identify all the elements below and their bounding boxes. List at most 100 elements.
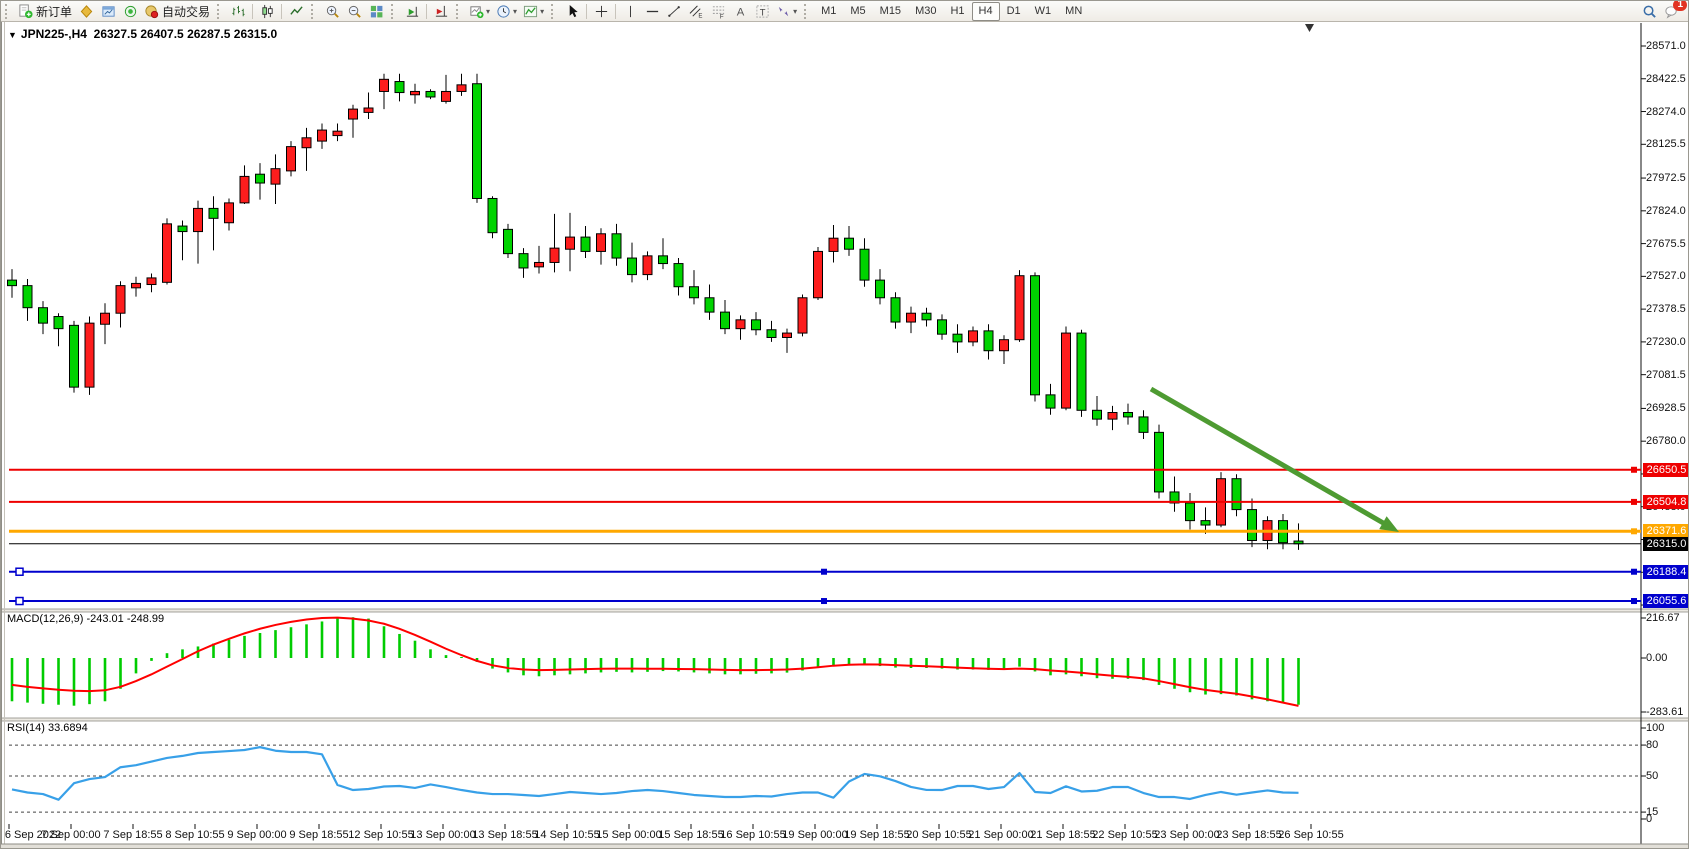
add-indicator-button[interactable]: ▾	[466, 2, 493, 21]
candle	[240, 176, 249, 202]
hline-tool-button[interactable]	[641, 2, 663, 21]
candle	[411, 91, 420, 94]
ohlc-bars-button[interactable]	[227, 2, 249, 21]
support-line-1-price-tag[interactable]: 26188.4	[1643, 565, 1689, 579]
support-line-2-price-tag[interactable]: 26055.6	[1643, 594, 1689, 608]
timeframe-button-m1[interactable]: M1	[814, 2, 843, 21]
resistance-line-1-price-tag[interactable]: 26650.5	[1643, 463, 1689, 477]
chart-ohlc-values: 26327.5 26407.5 26287.5 26315.0	[94, 27, 278, 41]
line-chart-button[interactable]	[285, 2, 307, 21]
candle	[581, 237, 590, 251]
candlestick-icon	[260, 4, 275, 19]
text-icon: A	[733, 4, 748, 19]
svg-text:A: A	[736, 6, 744, 18]
template-icon	[523, 4, 538, 19]
candle	[488, 198, 497, 232]
market-watch-button[interactable]	[75, 2, 97, 21]
chart-title: ▼JPN225-,H4 26327.5 26407.5 26287.5 2631…	[8, 27, 277, 41]
trading-terminal-window: 新订单 自动交易	[0, 0, 1689, 849]
candle	[473, 84, 482, 199]
timeframe-button-m5[interactable]: M5	[843, 2, 872, 21]
candle	[1000, 340, 1009, 351]
candle	[953, 334, 962, 342]
channel-icon: E	[689, 4, 704, 19]
arrows-tool-button[interactable]: ▾	[773, 2, 800, 21]
timeframe-button-d1[interactable]: D1	[1000, 2, 1028, 21]
chart-shift-button[interactable]	[430, 2, 452, 21]
toolbar-grip[interactable]	[311, 4, 318, 19]
autotrading-button[interactable]: 自动交易	[141, 2, 213, 21]
zoom-out-button[interactable]	[343, 2, 365, 21]
trendline-tool-button[interactable]	[663, 2, 685, 21]
candle	[643, 256, 652, 275]
chart-window-button[interactable]	[97, 2, 119, 21]
svg-text:E: E	[698, 12, 702, 18]
candle	[163, 224, 172, 282]
notifications-button[interactable]: 1	[1660, 2, 1682, 21]
candle	[1139, 417, 1148, 432]
current-price-line-price-tag[interactable]: 26315.0	[1643, 537, 1689, 551]
search-icon	[1642, 4, 1657, 19]
candlestick-button[interactable]	[256, 2, 278, 21]
candle	[287, 147, 296, 171]
text-tool-button[interactable]: A	[729, 2, 751, 21]
tile-windows-icon	[369, 4, 384, 19]
add-indicator-icon	[469, 4, 484, 19]
toolbar-grip[interactable]	[456, 4, 463, 19]
candle	[1248, 510, 1257, 541]
timeframe-button-w1[interactable]: W1	[1028, 2, 1059, 21]
crosshair-button[interactable]	[590, 2, 612, 21]
candle	[767, 330, 776, 338]
candle	[1093, 410, 1102, 419]
vline-tool-button[interactable]	[619, 2, 641, 21]
candle	[318, 130, 327, 141]
timeframe-button-m15[interactable]: M15	[873, 2, 908, 21]
timeframe-button-h1[interactable]: H1	[943, 2, 971, 21]
candle	[566, 237, 575, 249]
candle	[1031, 276, 1040, 395]
zoom-out-icon	[347, 4, 362, 19]
line-chart-icon	[289, 4, 304, 19]
candle	[659, 256, 668, 264]
tile-windows-button[interactable]	[365, 2, 387, 21]
toolbar-grip[interactable]	[5, 4, 12, 19]
toolbar-grip[interactable]	[551, 4, 558, 19]
candle	[519, 254, 528, 268]
candle	[752, 320, 761, 330]
auto-scroll-button[interactable]	[401, 2, 423, 21]
timeframe-button-mn[interactable]: MN	[1058, 2, 1089, 21]
toolbar-grip[interactable]	[217, 4, 224, 19]
toolbar-grip[interactable]	[804, 4, 811, 19]
template-button[interactable]: ▾	[520, 2, 547, 21]
toolbar-grip[interactable]	[391, 4, 398, 19]
candle	[271, 169, 280, 184]
zoom-in-button[interactable]	[321, 2, 343, 21]
chart-dropdown-icon[interactable]: ▼	[8, 30, 17, 40]
channel-tool-button[interactable]: E	[685, 2, 707, 21]
candle	[333, 131, 342, 135]
text-label-tool-button[interactable]: T	[751, 2, 773, 21]
autotrading-label: 自动交易	[162, 3, 210, 20]
new-order-icon	[18, 4, 33, 19]
period-button[interactable]: ▾	[493, 2, 520, 21]
candle	[798, 298, 807, 333]
cursor-button[interactable]	[561, 2, 583, 21]
resistance-line-2-price-tag[interactable]: 26504.8	[1643, 495, 1689, 509]
chart-canvas[interactable]	[1, 1, 1689, 849]
vline-icon	[623, 4, 638, 19]
candle	[845, 238, 854, 249]
candle	[938, 320, 947, 334]
new-order-button[interactable]: 新订单	[15, 2, 75, 21]
candle	[1062, 333, 1071, 408]
navigator-button[interactable]	[119, 2, 141, 21]
trendline-icon	[667, 4, 682, 19]
hline-icon	[645, 4, 660, 19]
candle	[1232, 479, 1241, 510]
timeframe-button-h4[interactable]: H4	[972, 2, 1000, 21]
search-button[interactable]	[1638, 2, 1660, 21]
timeframe-button-m30[interactable]: M30	[908, 2, 943, 21]
candle	[178, 226, 187, 232]
candle	[628, 258, 637, 275]
candle	[70, 325, 79, 387]
fibonacci-tool-button[interactable]: F	[707, 2, 729, 21]
